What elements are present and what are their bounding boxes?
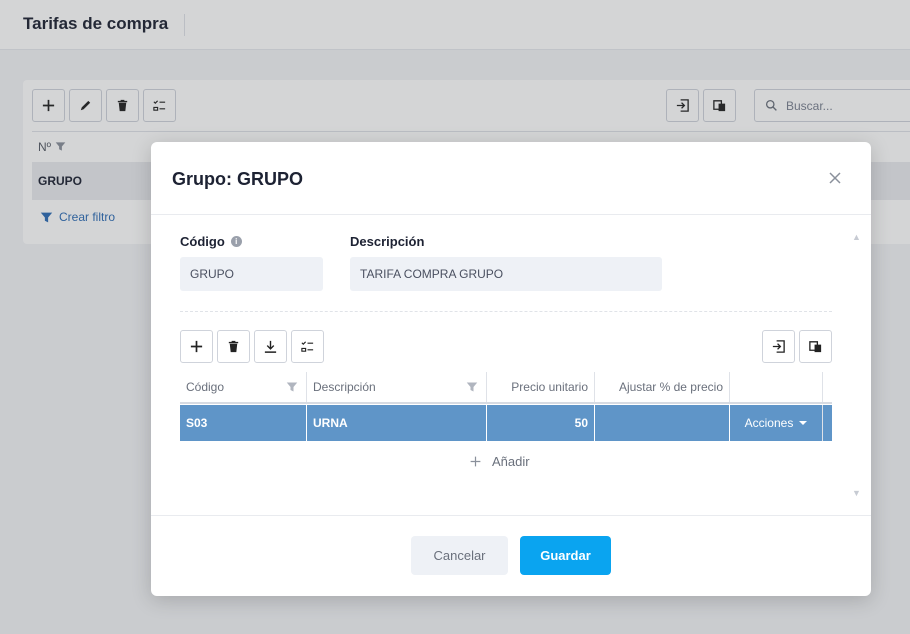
modal-header: Grupo: GRUPO — [151, 142, 871, 215]
actions-dropdown[interactable]: Acciones — [730, 405, 823, 441]
modal-footer: Cancelar Guardar — [151, 515, 871, 596]
column-header-precio[interactable]: Precio unitario — [487, 372, 595, 402]
close-icon[interactable] — [827, 170, 843, 186]
add-line-button[interactable]: Añadir — [469, 454, 530, 469]
import-icon — [772, 340, 785, 353]
group-modal: Grupo: GRUPO ▲ Código i GRUPO Descripció… — [151, 142, 871, 596]
plus-icon — [190, 340, 203, 353]
filter-icon[interactable] — [466, 381, 478, 393]
copy-button[interactable] — [799, 330, 832, 363]
column-header-codigo-label: Código — [186, 380, 225, 394]
checklist-button[interactable] — [291, 330, 324, 363]
download-button[interactable] — [254, 330, 287, 363]
caret-down-icon — [799, 421, 808, 425]
copy-icon — [809, 341, 822, 353]
filter-icon[interactable] — [286, 381, 298, 393]
checklist-icon — [301, 341, 314, 352]
grid-header: Código Descripción Precio unitario Ajust… — [180, 372, 832, 404]
codigo-label-text: Código — [180, 234, 225, 249]
add-line-label: Añadir — [492, 454, 530, 469]
save-button[interactable]: Guardar — [520, 536, 611, 575]
section-divider — [180, 311, 832, 312]
column-header-actions — [730, 372, 823, 402]
cell-codigo: S03 — [180, 405, 307, 441]
column-header-descripcion[interactable]: Descripción — [307, 372, 487, 402]
scroll-up-indicator[interactable]: ▲ — [852, 232, 861, 242]
descripcion-label: Descripción — [350, 234, 425, 249]
download-icon — [264, 340, 277, 353]
cancel-button[interactable]: Cancelar — [411, 536, 508, 575]
trash-icon — [228, 340, 239, 353]
info-icon[interactable]: i — [230, 236, 242, 247]
actions-label: Acciones — [744, 416, 794, 430]
descripcion-field[interactable]: TARIFA COMPRA GRUPO — [350, 257, 662, 291]
add-row-button[interactable] — [180, 330, 213, 363]
cell-descripcion: URNA — [307, 405, 487, 441]
import-button[interactable] — [762, 330, 795, 363]
cell-precio[interactable]: 50 — [487, 405, 595, 441]
column-header-ajustar[interactable]: Ajustar % de precio — [595, 372, 730, 402]
modal-title: Grupo: GRUPO — [172, 169, 303, 189]
codigo-label: Código i — [180, 234, 242, 249]
column-header-descripcion-label: Descripción — [313, 380, 376, 394]
column-header-codigo[interactable]: Código — [180, 372, 307, 402]
codigo-field[interactable]: GRUPO — [180, 257, 323, 291]
scroll-down-indicator[interactable]: ▼ — [852, 488, 861, 498]
plus-icon — [470, 456, 481, 467]
cell-ajustar[interactable] — [595, 405, 730, 441]
delete-row-button[interactable] — [217, 330, 250, 363]
table-row[interactable]: S03 URNA 50 Acciones — [180, 405, 832, 441]
